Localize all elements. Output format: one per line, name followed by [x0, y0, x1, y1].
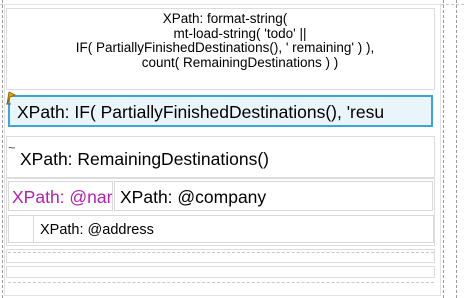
left-margin-guide [2, 0, 3, 298]
page-edge-guide [456, 0, 457, 298]
name-field-text: XPath: @name [12, 187, 112, 207]
selected-field-text: XPath: IF( PartiallyFinishedDestinations… [17, 102, 385, 122]
band-guide [8, 282, 434, 283]
address-indent-cell [9, 216, 34, 242]
report-designer-canvas: XPath: format-string( mt-load-string( 't… [0, 0, 464, 298]
header-expression-line: count( RemainingDestinations ) ) [111, 54, 339, 70]
company-field-text: XPath: @company [120, 187, 267, 207]
header-expression-line: IF( PartiallyFinishedDestinations(), ' r… [75, 40, 375, 55]
header-expression[interactable]: XPath: format-string( mt-load-string( 't… [20, 11, 430, 86]
address-field-text: XPath: @address [40, 222, 154, 238]
count-field-text: XPath: RemainingDestinations() [20, 149, 270, 169]
address-row[interactable]: XPath: @address [8, 215, 434, 243]
repeat-tilde-icon: ~ [8, 140, 16, 155]
name-cell[interactable]: XPath: @name [8, 181, 113, 211]
empty-band[interactable] [6, 266, 435, 278]
right-margin-guide [443, 0, 444, 298]
header-expression-line: mt-load-string( 'todo' || [143, 25, 307, 41]
header-expression-line: XPath: format-string( [162, 11, 288, 26]
selected-xpath-field[interactable]: XPath: IF( PartiallyFinishedDestinations… [8, 95, 433, 127]
condition-flag-icon [5, 91, 19, 105]
company-cell[interactable]: XPath: @company [114, 181, 433, 211]
remaining-destinations-field[interactable]: XPath: RemainingDestinations() [8, 145, 434, 173]
band-guide [8, 252, 434, 253]
